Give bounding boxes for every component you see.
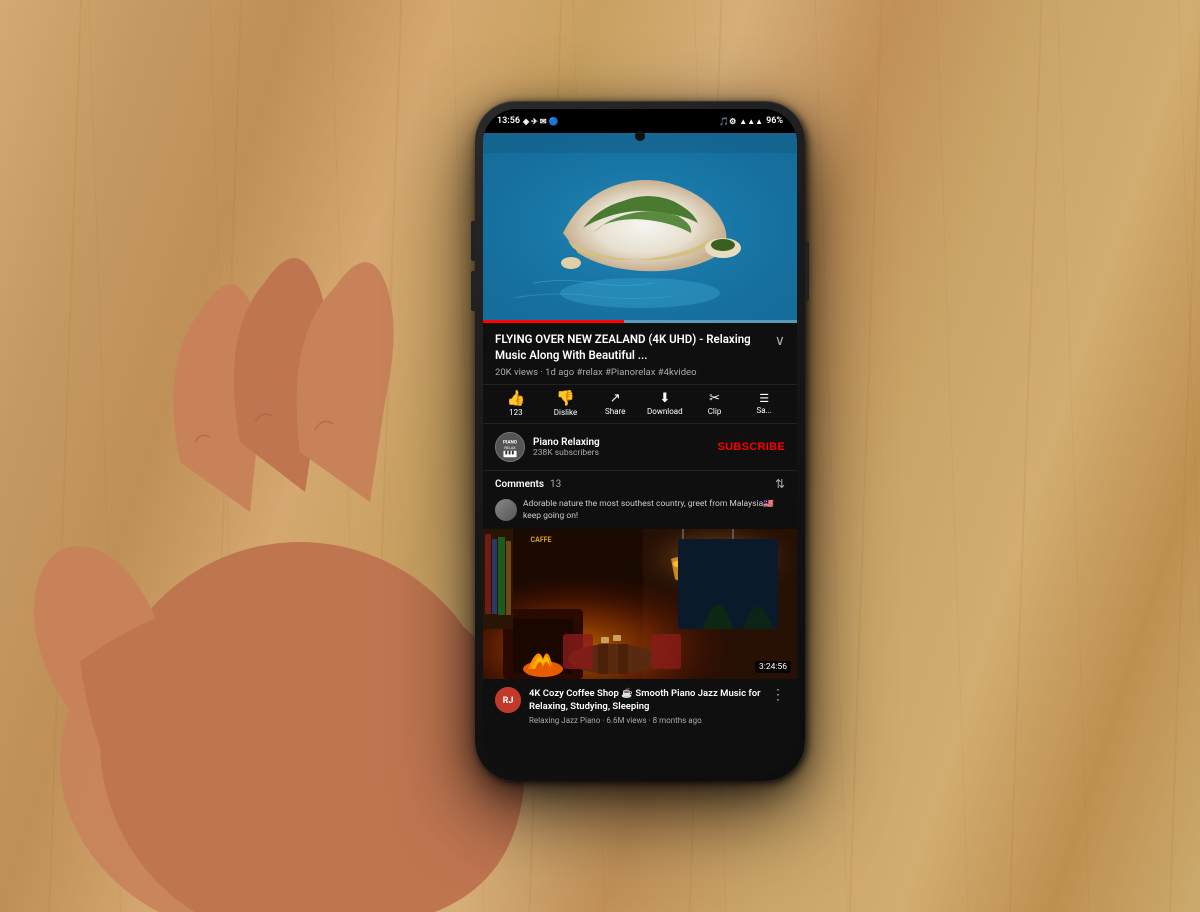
channel-name: Piano Relaxing (533, 437, 710, 448)
comments-section: Comments 13 ⇅ Adorable nature the most s… (483, 470, 797, 529)
save-icon: ☰ (759, 393, 769, 404)
download-icon: ⬇ (659, 392, 670, 405)
like-button[interactable]: 👍 123 (491, 391, 541, 417)
status-bar: 13:56 ◈ ✈ ✉ 🔵 🎵⚙ ▲▲▲ 96% (483, 109, 797, 133)
action-buttons-row: 👍 123 👎 Dislike ↗ Share ⬇ Download (483, 384, 797, 424)
clip-button[interactable]: ✂ Clip (690, 392, 740, 416)
video-title: FLYING OVER NEW ZEALAND (4K UHD) - Relax… (495, 331, 769, 363)
comments-expand-icon[interactable]: ⇅ (775, 477, 785, 491)
channel-row: PIANO RELAX Piano Relaxing 238K subscrib… (483, 424, 797, 470)
svg-text:CAFFE: CAFFE (531, 536, 552, 544)
save-label: Sa... (756, 406, 771, 415)
dislike-label: Dislike (554, 408, 577, 417)
video-title-row: FLYING OVER NEW ZEALAND (4K UHD) - Relax… (483, 323, 797, 367)
channel-info: Piano Relaxing 238K subscribers (533, 437, 710, 458)
like-count: 123 (509, 408, 523, 417)
island-scene-svg (483, 133, 797, 323)
video-meta: 20K views · 1d ago #relax #Pianorelax #4… (483, 367, 797, 384)
next-video-details: 4K Cozy Coffee Shop ☕ Smooth Piano Jazz … (529, 687, 763, 725)
next-video-duration: 3:24:56 (755, 661, 791, 673)
share-icon: ↗ (610, 392, 621, 405)
like-icon: 👍 (506, 391, 525, 406)
save-button[interactable]: ☰ Sa... (739, 393, 789, 415)
svg-text:PIANO: PIANO (503, 439, 518, 445)
video-content-area: FLYING OVER NEW ZEALAND (4K UHD) - Relax… (483, 323, 797, 733)
download-button[interactable]: ⬇ Download (640, 392, 690, 416)
next-video-thumbnail[interactable]: CAFFE 3:24:56 (483, 529, 797, 679)
wifi-icon: ▲▲▲ (739, 117, 763, 126)
phone-device: 13:56 ◈ ✈ ✉ 🔵 🎵⚙ ▲▲▲ 96% (475, 101, 805, 781)
dislike-button[interactable]: 👎 Dislike (541, 391, 591, 417)
comments-header[interactable]: Comments 13 ⇅ (495, 477, 785, 491)
next-video-title: 4K Cozy Coffee Shop ☕ Smooth Piano Jazz … (529, 687, 763, 714)
next-channel-avatar: RJ (495, 687, 521, 713)
coffee-shop-scene: CAFFE (483, 529, 797, 679)
bluetooth-icon: 🎵⚙ (719, 117, 736, 126)
comments-count: 13 (550, 479, 561, 490)
next-video-meta: Relaxing Jazz Piano · 6.6M views · 8 mon… (529, 716, 763, 725)
share-label: Share (605, 407, 625, 416)
clip-icon: ✂ (709, 392, 720, 405)
dislike-icon: 👎 (556, 391, 575, 406)
battery-level: 96% (766, 116, 783, 126)
camera-notch (635, 131, 645, 141)
video-progress-fill (483, 320, 624, 323)
video-progress-bar[interactable] (483, 320, 797, 323)
next-video-info: RJ 4K Cozy Coffee Shop ☕ Smooth Piano Ja… (483, 679, 797, 733)
next-video-menu-button[interactable]: ⋮ (771, 687, 785, 703)
comments-label: Comments (495, 479, 544, 490)
status-right: 🎵⚙ ▲▲▲ 96% (719, 116, 783, 126)
status-time: 13:56 (497, 116, 520, 126)
comment-text: Adorable nature the most southest countr… (523, 499, 785, 523)
download-label: Download (647, 407, 683, 416)
svg-text:RELAX: RELAX (504, 446, 516, 450)
comment-item: Adorable nature the most southest countr… (495, 499, 785, 523)
commenter-avatar (495, 499, 517, 521)
channel-subscribers: 238K subscribers (533, 448, 710, 458)
clip-label: Clip (708, 407, 722, 416)
subscribe-button[interactable]: SUBSCRIBE (718, 441, 786, 453)
video-thumbnail[interactable] (483, 133, 797, 323)
status-icons: ◈ ✈ ✉ 🔵 (523, 117, 558, 126)
svg-text:RJ: RJ (503, 696, 514, 706)
channel-avatar: PIANO RELAX (495, 432, 525, 462)
share-button[interactable]: ↗ Share (590, 392, 640, 416)
status-left: 13:56 ◈ ✈ ✉ 🔵 (497, 116, 559, 126)
expand-icon[interactable]: ∨ (775, 333, 785, 349)
